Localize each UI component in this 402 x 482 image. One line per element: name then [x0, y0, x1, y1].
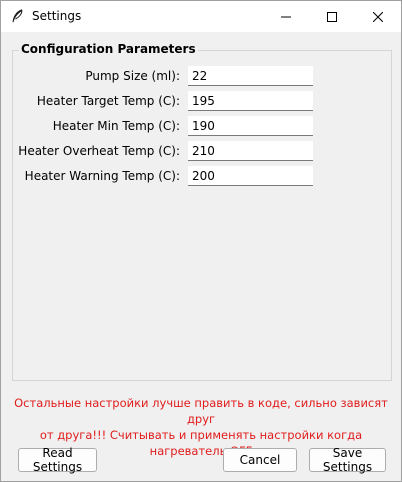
- maximize-icon: [327, 11, 337, 22]
- maximize-button[interactable]: [309, 1, 355, 32]
- group-title: Configuration Parameters: [19, 42, 198, 56]
- warning-line-1: Остальные настройки лучше править в коде…: [14, 396, 388, 426]
- heater-warning-temp-label: Heater Warning Temp (C):: [24, 169, 180, 183]
- heater-overheat-temp-field[interactable]: [188, 141, 313, 161]
- read-settings-button[interactable]: Read Settings: [18, 446, 97, 474]
- save-settings-button[interactable]: Save Settings: [309, 446, 386, 474]
- heater-min-temp-field[interactable]: [188, 116, 313, 136]
- heater-overheat-temp-label: Heater Overheat Temp (C):: [18, 144, 180, 158]
- cancel-button[interactable]: Cancel: [223, 448, 297, 472]
- title-bar[interactable]: Settings: [1, 1, 401, 32]
- pump-size-field[interactable]: [188, 66, 313, 86]
- heater-warning-temp-field[interactable]: [188, 166, 313, 186]
- heater-target-temp-label: Heater Target Temp (C):: [36, 94, 180, 108]
- settings-window: Settings Configuration Parameters Pump S…: [0, 0, 402, 482]
- close-icon: [373, 11, 383, 22]
- minimize-icon: [281, 16, 291, 17]
- close-button[interactable]: [355, 1, 401, 32]
- minimize-button[interactable]: [263, 1, 309, 32]
- window-title: Settings: [32, 9, 82, 23]
- feather-icon: [12, 9, 23, 23]
- heater-min-temp-label: Heater Min Temp (C):: [52, 119, 180, 133]
- heater-target-temp-field[interactable]: [188, 91, 313, 111]
- pump-size-label: Pump Size (ml):: [85, 69, 180, 83]
